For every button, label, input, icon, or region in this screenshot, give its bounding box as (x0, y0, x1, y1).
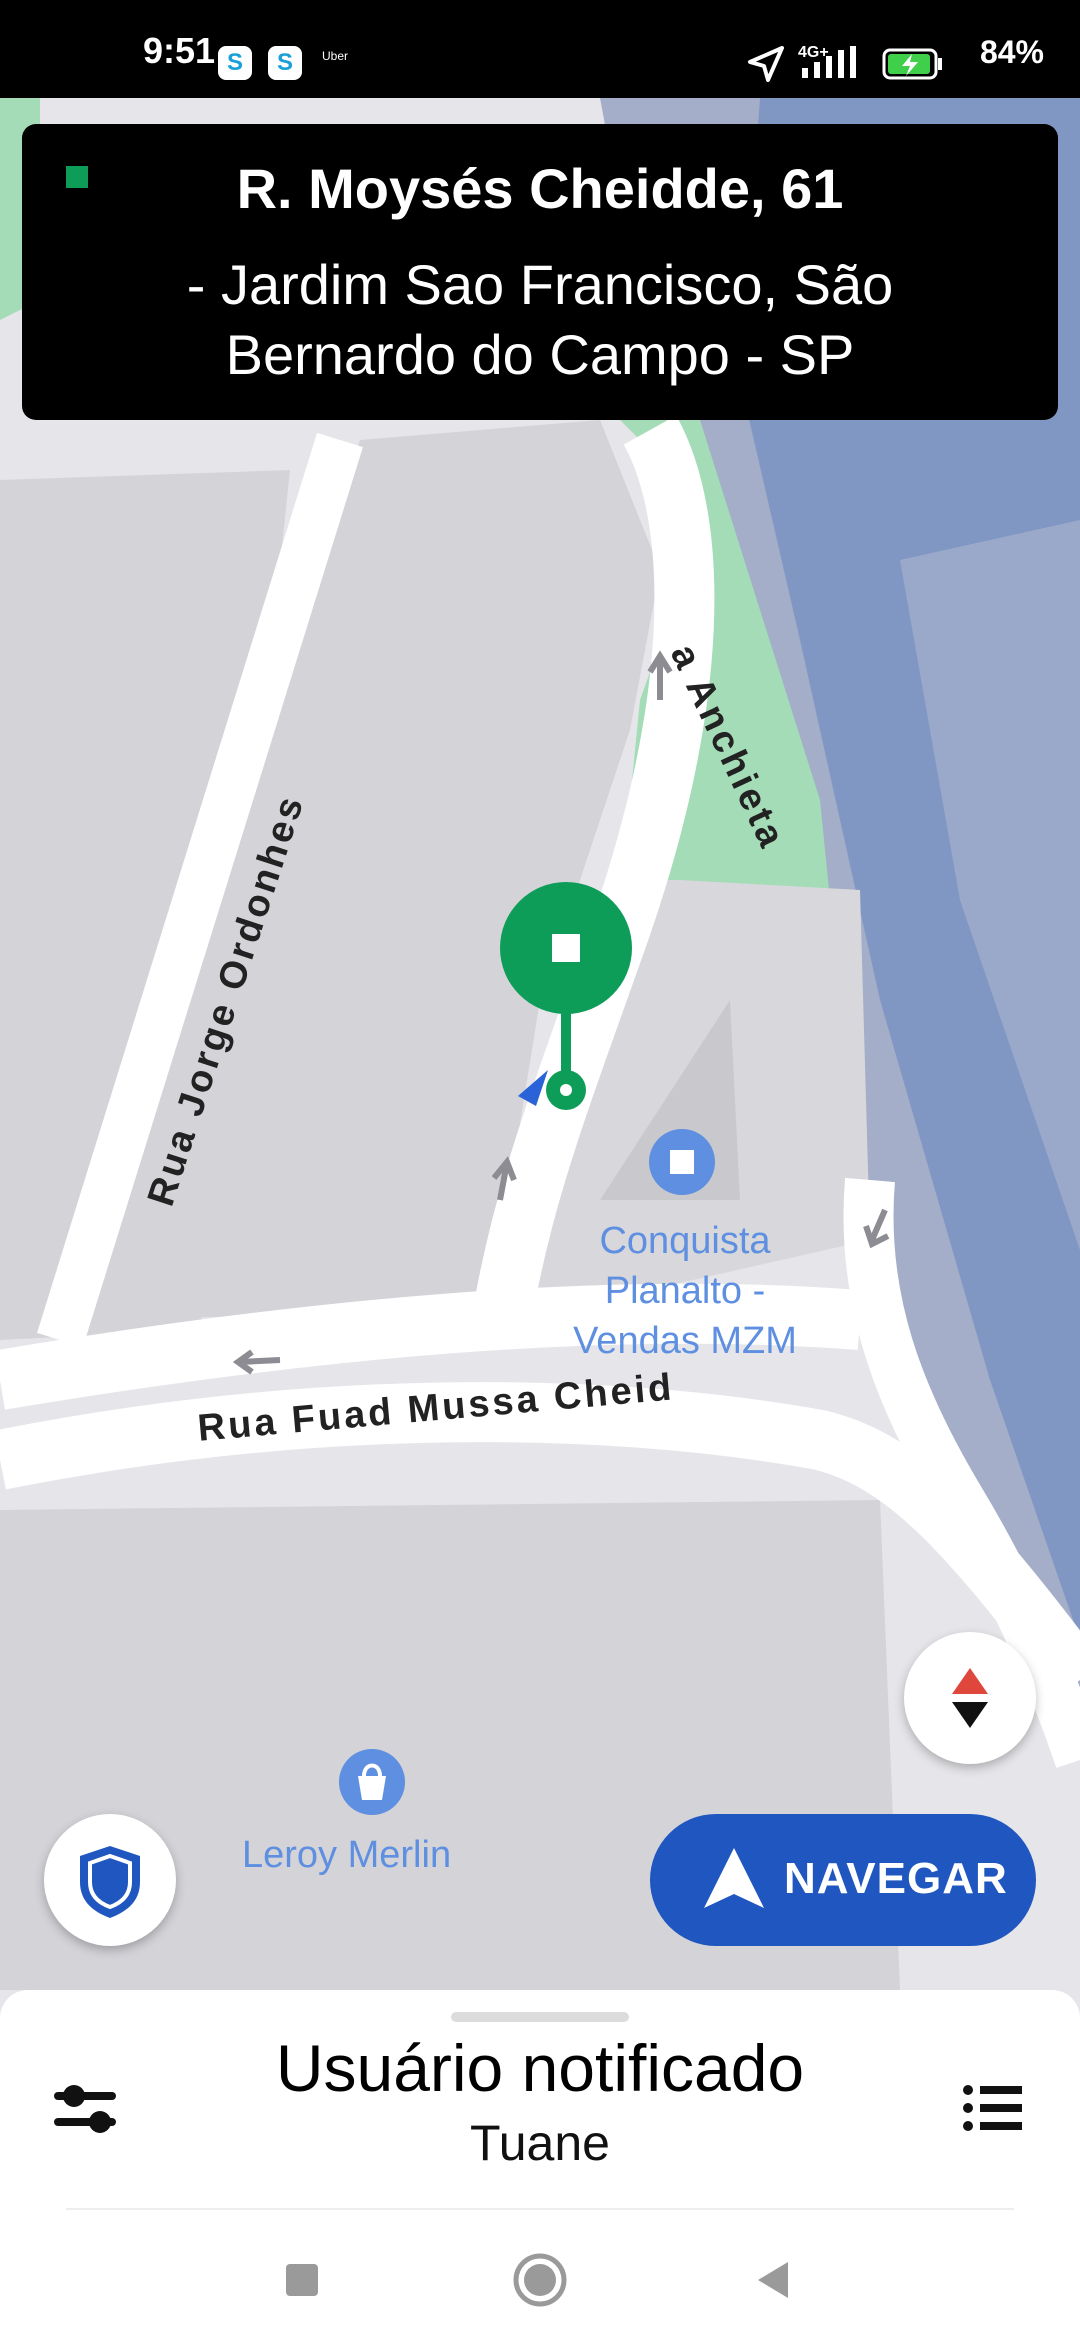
navigate-button[interactable]: NAVEGAR (650, 1814, 1036, 1946)
poi-label-leroy-merlin[interactable]: Leroy Merlin (242, 1834, 451, 1877)
list-menu-icon[interactable] (960, 2076, 1026, 2142)
compass-icon (952, 1668, 988, 1728)
sheet-subtitle: Tuane (470, 2115, 610, 2171)
sheet-title: Usuário notificado (275, 2031, 805, 2105)
signal-icon (802, 46, 856, 78)
location-arrow-icon (748, 46, 784, 82)
app-s-icon: S (268, 46, 302, 80)
navigation-arrow-icon (704, 1848, 764, 1908)
status-time: 9:51 (143, 30, 216, 71)
sheet-drag-handle[interactable] (451, 2012, 629, 2022)
shield-icon (80, 1846, 140, 1918)
poi-label-conquista[interactable]: Conquista Planalto - Vendas MZM (550, 1216, 820, 1366)
destination-banner: R. Moysés Cheidde, 61 - Jardim Sao Franc… (22, 124, 1058, 420)
uber-app-icon: Uber (322, 49, 349, 63)
destination-street: R. Moysés Cheidde, 61 (236, 157, 844, 220)
compass-button[interactable] (904, 1632, 1036, 1764)
sheet-divider (66, 2208, 1014, 2210)
back-icon[interactable] (754, 2260, 794, 2300)
safety-shield-button[interactable] (44, 1814, 176, 1946)
battery-percent: 84% (979, 34, 1044, 70)
battery-charging-icon (882, 48, 942, 80)
navigate-button-label: NAVEGAR (784, 1854, 1008, 1903)
recents-icon[interactable] (282, 2260, 322, 2300)
status-bar: 9:51 S S Uber 4G+ 84% (0, 0, 1080, 98)
system-navigation-bar (0, 2220, 1080, 2340)
home-icon[interactable] (512, 2252, 568, 2308)
app-s-icon: S (218, 46, 252, 80)
destination-locality: - Jardim Sao Francisco, São Bernardo do … (186, 253, 894, 386)
